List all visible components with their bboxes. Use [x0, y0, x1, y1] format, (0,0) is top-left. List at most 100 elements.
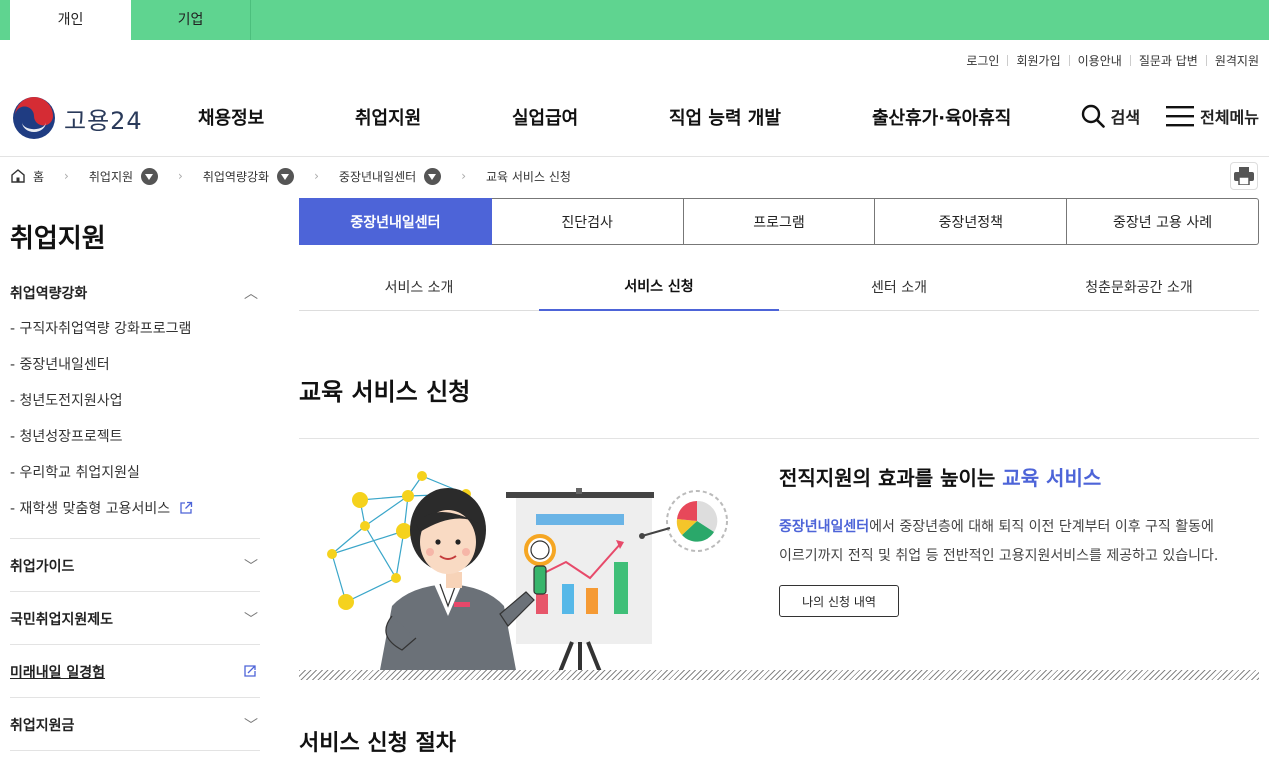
sidebar-section-label: 미래내일 일경험 — [10, 665, 106, 681]
sidebar-item-youth-growth[interactable]: - 청년성장프로젝트 — [10, 426, 123, 446]
search-icon — [1081, 104, 1105, 128]
section-title: 서비스 신청 절차 — [299, 731, 456, 756]
sidebar-section-guide[interactable]: 취업가이드 ﹀ — [10, 556, 260, 576]
nav-unemployment-benefits[interactable]: 실업급여 — [512, 104, 578, 130]
secondary-tabs: 서비스 소개 서비스 신청 센터 소개 청춘문화공간 소개 — [299, 263, 1259, 311]
print-button[interactable] — [1230, 162, 1258, 190]
header-divider — [0, 156, 1269, 157]
breadcrumb-home-label: 홈 — [33, 169, 45, 184]
breadcrumb-center[interactable]: 중장년내일센터 — [338, 167, 442, 185]
sidebar-section-subsidy[interactable]: 취업지원금 ﹀ — [10, 715, 260, 735]
sidebar-section-label: 취업지원금 — [10, 718, 75, 734]
tab-program[interactable]: 프로그램 — [683, 198, 876, 245]
guide-link[interactable]: 이용안내 — [1070, 52, 1130, 69]
chevron-right-icon: › — [314, 169, 319, 183]
chevron-down-icon: ﹀ — [244, 559, 258, 575]
hamburger-icon — [1166, 106, 1195, 127]
sidebar-item-label: - 재학생 맞춤형 고용서비스 — [10, 501, 171, 517]
header-actions: 검색 전체메뉴 — [1081, 104, 1259, 128]
sidebar-item-youth-challenge[interactable]: - 청년도전지원사업 — [10, 390, 123, 410]
tab-personal[interactable]: 개인 — [10, 0, 131, 40]
breadcrumb-current: 교육 서비스 신청 — [486, 168, 571, 185]
promo-heading-accent: 교육 서비스 — [1002, 466, 1102, 490]
breadcrumb-label: 취업역량강화 — [202, 169, 270, 184]
divider — [10, 644, 260, 645]
promo-text-line2: 이르기까지 전직 및 취업 등 전반적인 고용지원서비스를 제공하고 있습니다. — [779, 548, 1219, 564]
logo-text: 고용24 — [64, 106, 143, 135]
promo-text-line1: 에서 중장년층에 대해 퇴직 이전 단계부터 이후 구직 활동에 — [869, 519, 1214, 535]
dropdown-icon[interactable] — [424, 167, 442, 185]
divider — [10, 697, 260, 698]
divider — [10, 538, 260, 539]
chevron-down-icon: ﹀ — [244, 612, 258, 628]
home-icon — [11, 169, 25, 183]
breadcrumb-employment-support[interactable]: 취업지원 — [88, 167, 159, 185]
sidebar-item-program[interactable]: - 구직자취업역량 강화프로그램 — [10, 318, 191, 338]
search-label: 검색 — [1110, 108, 1141, 127]
divider — [10, 750, 260, 751]
all-menu-button[interactable]: 전체메뉴 — [1166, 104, 1259, 128]
sidebar-section-label: 국민취업지원제도 — [10, 612, 114, 628]
center-link[interactable]: 중장년내일센터 — [779, 519, 869, 535]
page-title: 교육 서비스 신청 — [299, 378, 471, 406]
search-button[interactable]: 검색 — [1081, 104, 1140, 128]
tab-culture-space[interactable]: 청춘문화공간 소개 — [1019, 263, 1259, 310]
nav-jobs[interactable]: 채용정보 — [198, 104, 264, 130]
tab-diagnosis[interactable]: 진단검사 — [491, 198, 684, 245]
printer-icon — [1234, 167, 1254, 185]
tab-center-intro[interactable]: 센터 소개 — [779, 263, 1019, 310]
sidebar-item-school-office[interactable]: - 우리학교 취업지원실 — [10, 462, 140, 482]
site-logo[interactable]: 고용24 — [12, 96, 143, 140]
chevron-right-icon: › — [461, 169, 466, 183]
sidebar-section-national-support[interactable]: 국민취업지원제도 ﹀ — [10, 609, 260, 629]
tab-policy[interactable]: 중장년정책 — [875, 198, 1068, 245]
chevron-up-icon: ︿ — [244, 286, 258, 302]
tab-service-intro[interactable]: 서비스 소개 — [299, 263, 539, 310]
external-link-icon — [244, 665, 256, 677]
sidebar-title: 취업지원 — [10, 224, 106, 254]
sidebar-section-work-experience[interactable]: 미래내일 일경험 — [10, 662, 260, 682]
remote-support-link[interactable]: 원격지원 — [1207, 52, 1259, 69]
promo-heading: 전직지원의 효과를 높이는 교육 서비스 — [779, 462, 1101, 491]
breadcrumb-label: 교육 서비스 신청 — [486, 169, 571, 184]
signup-link[interactable]: 회원가입 — [1008, 52, 1068, 69]
my-application-button[interactable]: 나의 신청 내역 — [779, 585, 899, 617]
login-link[interactable]: 로그인 — [958, 52, 1007, 69]
chevron-down-icon: ﹀ — [244, 718, 258, 734]
nav-parental-leave[interactable]: 출산휴가·육아휴직 — [872, 104, 1011, 130]
dropdown-icon[interactable] — [277, 167, 295, 185]
taegeuk-logo-icon — [13, 97, 55, 139]
sidebar-section-label: 취업역량강화 — [10, 286, 88, 302]
dropdown-icon[interactable] — [141, 167, 159, 185]
tab-business[interactable]: 기업 — [131, 0, 251, 40]
primary-tabs: 중장년내일센터 진단검사 프로그램 중장년정책 중장년 고용 사례 — [299, 198, 1259, 245]
sidebar-section-competency[interactable]: 취업역량강화 ︿ — [10, 283, 260, 303]
divider — [299, 438, 1259, 439]
all-menu-label: 전체메뉴 — [1200, 108, 1259, 127]
qna-link[interactable]: 질문과 답변 — [1131, 52, 1206, 69]
divider — [10, 591, 260, 592]
external-link-icon — [179, 501, 192, 514]
promo-heading-text: 전직지원의 효과를 높이는 — [779, 466, 1003, 490]
chevron-right-icon: › — [178, 169, 183, 183]
tab-cases[interactable]: 중장년 고용 사례 — [1067, 198, 1259, 245]
chevron-right-icon: › — [64, 169, 69, 183]
decorative-hatch — [299, 670, 1259, 680]
nav-vocational-training[interactable]: 직업 능력 개발 — [669, 104, 781, 130]
breadcrumb-competency[interactable]: 취업역량강화 — [202, 167, 295, 185]
breadcrumb-label: 취업지원 — [88, 169, 134, 184]
breadcrumb: 홈 › 취업지원 › 취업역량강화 › 중장년내일센터 › 교육 서비스 신청 — [10, 165, 571, 187]
consultant-illustration — [327, 471, 728, 672]
audience-tabs: 개인 기업 — [0, 0, 1269, 40]
nav-employment-support[interactable]: 취업지원 — [355, 104, 421, 130]
breadcrumb-home[interactable]: 홈 — [10, 168, 44, 185]
tab-center[interactable]: 중장년내일센터 — [299, 198, 492, 245]
sidebar: 취업지원 취업역량강화 ︿ - 구직자취업역량 강화프로그램 - 중장년내일센터… — [10, 200, 260, 751]
tab-service-apply[interactable]: 서비스 신청 — [539, 263, 779, 311]
utility-links: 로그인 회원가입 이용안내 질문과 답변 원격지원 — [958, 52, 1259, 69]
sidebar-item-center[interactable]: - 중장년내일센터 — [10, 354, 110, 374]
sidebar-section-label: 취업가이드 — [10, 559, 75, 575]
breadcrumb-label: 중장년내일센터 — [338, 169, 417, 184]
promo-description: 중장년내일센터에서 중장년층에 대해 퇴직 이전 단계부터 이후 구직 활동에 … — [779, 513, 1259, 571]
sidebar-item-student-service[interactable]: - 재학생 맞춤형 고용서비스 — [10, 498, 193, 518]
